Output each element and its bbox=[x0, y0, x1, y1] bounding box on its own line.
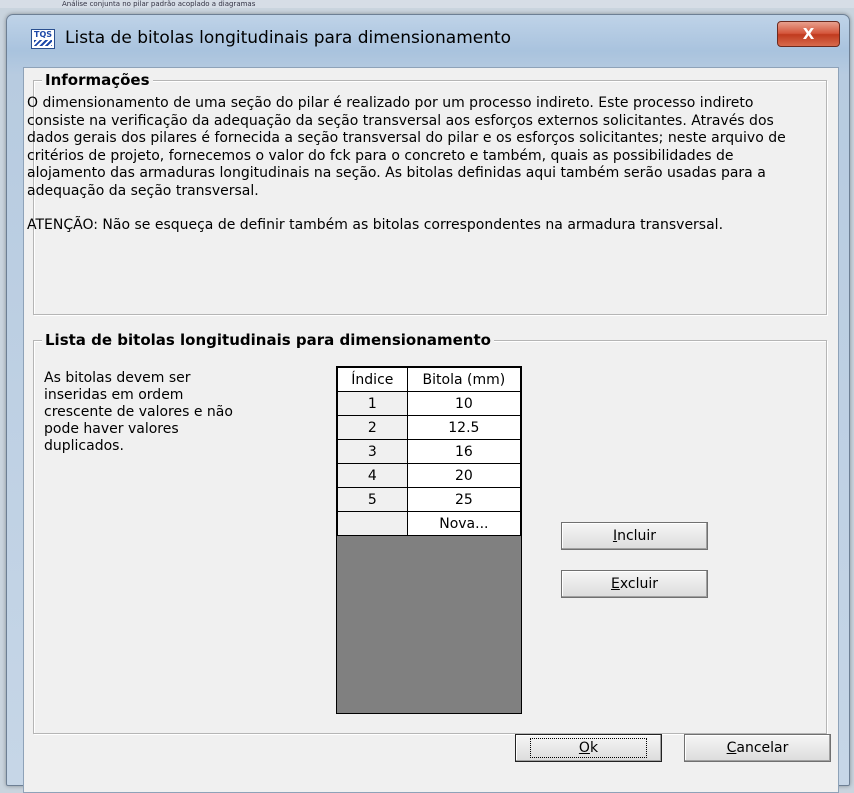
row-index-cell: 4 bbox=[337, 463, 408, 488]
bitola-table: Índice Bitola (mm) 1 10 2 12.5 3 16 4 20… bbox=[337, 367, 522, 536]
row-index-cell: 3 bbox=[337, 439, 408, 464]
list-hint: As bitolas devem ser inseridas em ordem … bbox=[44, 370, 233, 454]
bitola-grid[interactable]: Índice Bitola (mm) 1 10 2 12.5 3 16 4 20… bbox=[336, 366, 522, 714]
row-index-cell: 2 bbox=[337, 415, 408, 440]
table-row[interactable]: 3 16 bbox=[337, 439, 522, 464]
table-row[interactable]: 1 10 bbox=[337, 391, 522, 416]
bitola-cell[interactable]: 25 bbox=[406, 487, 522, 512]
table-header-row: Índice Bitola (mm) bbox=[337, 367, 522, 392]
table-row[interactable]: 2 12.5 bbox=[337, 415, 522, 440]
column-header-bitola: Bitola (mm) bbox=[406, 367, 522, 392]
bitola-cell[interactable]: 10 bbox=[406, 391, 522, 416]
bitola-cell[interactable]: 20 bbox=[406, 463, 522, 488]
ok-button[interactable]: Ok bbox=[515, 734, 662, 762]
table-row[interactable]: 4 20 bbox=[337, 463, 522, 488]
bitola-cell[interactable]: 12.5 bbox=[406, 415, 522, 440]
tqs-logo-icon: TQS bbox=[31, 29, 55, 49]
info-paragraph: O dimensionamento de uma seção do pilar … bbox=[27, 95, 786, 199]
row-index-cell bbox=[337, 511, 408, 536]
column-header-indice: Índice bbox=[337, 367, 408, 392]
excluir-button[interactable]: Excluir bbox=[561, 570, 708, 598]
tqs-logo-text: TQS bbox=[33, 30, 53, 39]
info-warning: ATENÇÃO: Não se esqueça de definir també… bbox=[27, 217, 724, 233]
incluir-button[interactable]: Incluir bbox=[561, 522, 708, 550]
close-button[interactable]: X bbox=[777, 21, 840, 47]
dialog-title: Lista de bitolas longitudinais para dime… bbox=[65, 28, 512, 48]
bitola-cell[interactable]: 16 bbox=[406, 439, 522, 464]
info-text: O dimensionamento de uma seção do pilar … bbox=[27, 95, 807, 235]
background-window-title: Análise conjunta no pilar padrão acoplad… bbox=[62, 0, 256, 8]
info-legend: Informações bbox=[42, 71, 153, 89]
row-index-cell: 5 bbox=[337, 487, 408, 512]
cancelar-button[interactable]: Cancelar bbox=[684, 734, 831, 762]
list-legend: Lista de bitolas longitudinais para dime… bbox=[42, 331, 494, 349]
row-index-cell: 1 bbox=[337, 391, 408, 416]
table-row-new[interactable]: Nova... bbox=[337, 511, 522, 536]
new-bitola-cell[interactable]: Nova... bbox=[406, 511, 522, 536]
table-row[interactable]: 5 25 bbox=[337, 487, 522, 512]
